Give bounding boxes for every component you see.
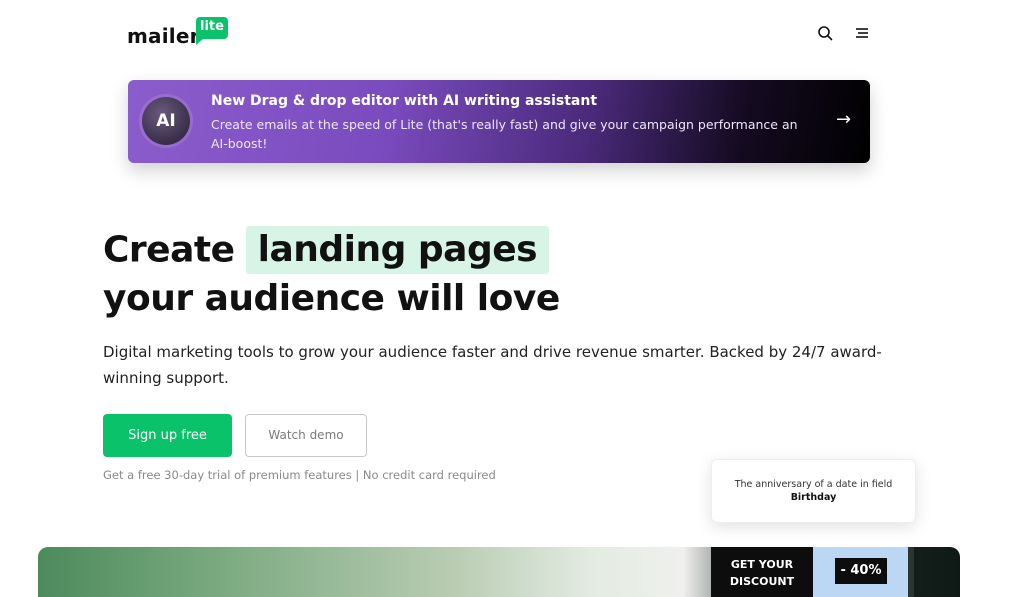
ai-editor-announcement-banner[interactable]: AI New Drag & drop editor with AI writin… [128, 80, 870, 163]
discount-percentage: - 40% [835, 558, 887, 584]
automation-trigger-field: Birthday [790, 492, 837, 503]
logo-badge: lite [196, 17, 228, 45]
banner-title: New Drag & drop editor with AI writing a… [211, 93, 598, 109]
hero-headline-line2: your audience will love [103, 278, 560, 319]
hero-headline-prefix: Create [103, 229, 235, 271]
search-icon[interactable] [817, 25, 833, 41]
discount-promo-panel: - 40% [813, 547, 908, 597]
menu-icon[interactable] [854, 25, 870, 41]
discount-promo-label: GET YOUR DISCOUNT [711, 547, 813, 597]
automation-trigger-text: The anniversary of a date in field Birth… [712, 478, 915, 504]
trial-note: Get a free 30-day trial of premium featu… [103, 468, 496, 482]
banner-description: Create emails at the speed of Lite (that… [211, 117, 798, 151]
sign-up-free-button[interactable]: Sign up free [103, 414, 232, 457]
promo-edge-divider [908, 547, 914, 597]
hero-subtitle: Digital marketing tools to grow your aud… [103, 343, 882, 387]
automation-trigger-card: The anniversary of a date in field Birth… [711, 459, 916, 523]
arrow-right-icon[interactable]: → [836, 109, 851, 130]
promo-line1: GET YOUR [730, 558, 794, 571]
ai-badge-icon: AI [142, 97, 190, 145]
promo-line2: DISCOUNT [729, 575, 795, 588]
watch-demo-button[interactable]: Watch demo [245, 414, 367, 457]
hero-headline-highlight: landing pages [245, 226, 550, 274]
hero-headline-line1: Create landing pages [103, 226, 550, 276]
automation-trigger-description: The anniversary of a date in field [734, 479, 893, 490]
product-showcase-image: GET YOUR DISCOUNT - 40% [38, 547, 960, 597]
logo-wordmark: mailer [127, 24, 200, 48]
